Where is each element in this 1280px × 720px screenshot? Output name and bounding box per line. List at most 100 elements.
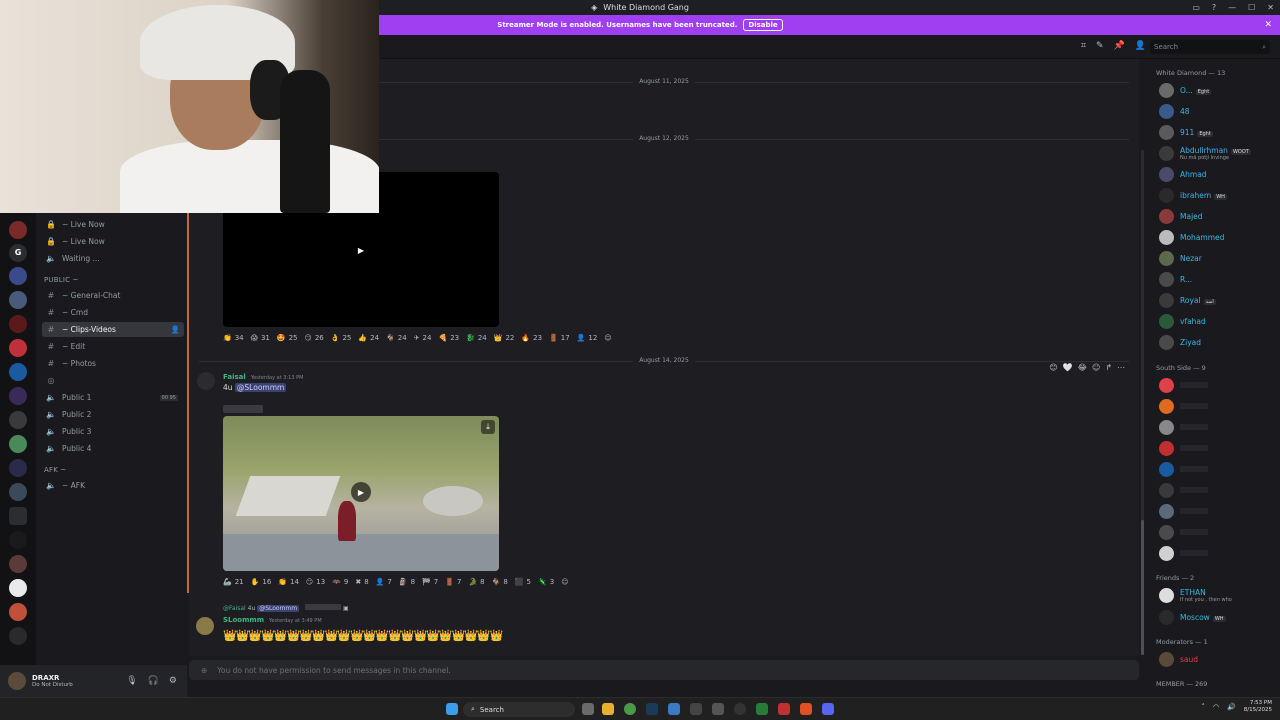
channel-item[interactable]: # ~ Edit (42, 339, 184, 354)
channel-item[interactable]: # ~ Photos (42, 356, 184, 371)
reaction[interactable]: 👍 24 (358, 334, 379, 342)
reaction[interactable]: 🚪 7 (445, 578, 461, 586)
minimize-icon[interactable]: — (1228, 3, 1236, 12)
member-item[interactable]: Ahmad (1159, 166, 1207, 182)
settings-icon[interactable]: ⚙ (169, 676, 177, 686)
server-icon[interactable] (9, 411, 27, 429)
chrome-icon[interactable] (624, 703, 636, 715)
member-item[interactable]: vfahad (1159, 313, 1206, 329)
server-icon[interactable] (9, 603, 27, 621)
reaction[interactable]: 🚪 17 (549, 334, 570, 342)
server-icon[interactable] (9, 291, 27, 309)
member-item[interactable] (1159, 440, 1208, 456)
member-item[interactable]: Mohammed (1159, 229, 1224, 245)
maximize-icon[interactable]: ☐ (1248, 3, 1255, 12)
play-icon[interactable]: ▶ (351, 240, 371, 260)
member-item[interactable]: O... Eght (1159, 82, 1212, 98)
server-icon[interactable] (9, 339, 27, 357)
reaction[interactable]: 🦾 21 (223, 578, 244, 586)
channel-item-active[interactable]: # ~ Clips-Videos 👤 (42, 322, 184, 337)
scrollbar-thumb[interactable] (1141, 520, 1144, 655)
member-item[interactable]: ETHAN If not you , then who (1159, 587, 1232, 603)
app-icon[interactable] (690, 703, 702, 715)
reaction[interactable]: ⬛ 5 (515, 578, 531, 586)
reaction[interactable]: 👑 22 (494, 334, 515, 342)
reaction[interactable]: 🦇 9 (332, 578, 348, 586)
reply-icon[interactable]: ↱ (1105, 363, 1112, 372)
mention[interactable]: @SLoommm (234, 383, 287, 392)
help-icon[interactable]: ? (1212, 3, 1216, 12)
close-banner-icon[interactable]: ✕ (1264, 20, 1272, 30)
member-item[interactable] (1159, 545, 1208, 561)
member-item[interactable] (1159, 461, 1208, 477)
download-icon[interactable]: ⤓ (481, 420, 495, 434)
reaction[interactable]: 😱 31 (251, 334, 270, 342)
member-item[interactable]: R... (1159, 271, 1192, 287)
reaction[interactable]: 🗿 8 (399, 578, 415, 586)
member-item[interactable] (1159, 482, 1208, 498)
steam-icon[interactable] (646, 703, 658, 715)
reaction[interactable]: ✈ 24 (414, 334, 432, 342)
member-item[interactable]: Nezar (1159, 250, 1202, 266)
reaction[interactable]: 🏁 7 (422, 578, 438, 586)
file-explorer-icon[interactable] (602, 703, 614, 715)
avatar[interactable] (196, 617, 214, 635)
volume-icon[interactable]: 🔊 (1227, 703, 1236, 711)
member-item[interactable]: Majed (1159, 208, 1203, 224)
voice-channel[interactable]: 🔈 Public 1 00 95 (42, 390, 184, 405)
channel-item[interactable]: ◎ (42, 373, 184, 388)
server-icon[interactable] (9, 459, 27, 477)
server-icon[interactable] (9, 483, 27, 501)
member-item[interactable] (1159, 503, 1208, 519)
server-icon[interactable] (9, 267, 27, 285)
message-author[interactable]: SLoommm Yesterday at 3:49 PM (223, 616, 322, 624)
reaction[interactable]: 👤 7 (376, 578, 392, 586)
add-icon[interactable]: ⊕ (201, 666, 207, 675)
reaction[interactable]: ✖ 8 (355, 578, 368, 586)
server-icon[interactable] (9, 579, 27, 597)
emoji-picker-icon[interactable]: ☺ (1092, 363, 1100, 372)
message-author[interactable]: Faisal Yesterday at 3:13 PM (223, 373, 303, 381)
discord-icon[interactable] (822, 703, 834, 715)
member-item[interactable]: Abdullrhman WOOT Nu mă potji Invinge (1159, 145, 1251, 161)
close-window-icon[interactable]: ✕ (1267, 3, 1274, 12)
start-icon[interactable] (446, 703, 458, 715)
pin-icon[interactable]: 📌 (1114, 41, 1125, 51)
reaction[interactable]: 🤩 25 (277, 334, 298, 342)
server-icon[interactable] (9, 435, 27, 453)
server-icon[interactable] (9, 627, 27, 645)
server-icon[interactable]: G (9, 244, 27, 262)
add-reaction-icon[interactable]: ☺ (604, 334, 611, 342)
reaction[interactable]: 🐐 24 (386, 334, 407, 342)
member-item[interactable]: Ziyad (1159, 334, 1201, 350)
heart-icon[interactable]: 🤍 (1063, 363, 1073, 372)
server-icon[interactable] (9, 363, 27, 381)
member-item[interactable]: Moscow WH (1159, 609, 1226, 625)
member-item[interactable]: Royal اسد (1159, 292, 1216, 308)
chevron-up-icon[interactable]: ˄ (1201, 703, 1205, 711)
voice-channel[interactable]: 🔈 Public 3 (42, 424, 184, 439)
channel-item[interactable]: # ~ Cmd (42, 305, 184, 320)
disable-button[interactable]: Disable (743, 19, 783, 31)
reaction[interactable]: 🍕 23 (438, 334, 459, 342)
reply-preview[interactable]: @Faisal 4u @SLoommm ▣ (223, 604, 349, 612)
voice-channel[interactable]: 🔈 Public 2 (42, 407, 184, 422)
reaction[interactable]: 👏 34 (223, 334, 244, 342)
reaction[interactable]: 👏 14 (278, 578, 299, 586)
channel-item[interactable]: 🔒 ~ Live Now (42, 217, 184, 232)
brave-icon[interactable] (800, 703, 812, 715)
more-icon[interactable]: ⋯ (1117, 363, 1125, 372)
category-afk[interactable]: AFK ~ (44, 466, 67, 474)
member-item[interactable]: 48 (1159, 103, 1190, 119)
reaction[interactable]: ✋ 16 (251, 578, 272, 586)
member-item[interactable]: saud (1159, 651, 1198, 667)
member-item[interactable] (1159, 419, 1208, 435)
avatar[interactable] (197, 372, 215, 390)
channel-item[interactable]: 🔒 ~ Live Now (42, 234, 184, 249)
channel-item[interactable]: 🔈 Waiting ... (42, 251, 184, 266)
clock[interactable]: 7:53 PM 8/15/2025 (1244, 700, 1272, 714)
search-input[interactable]: Search ⌕ (1150, 40, 1270, 54)
reaction[interactable]: 🐐 8 (492, 578, 508, 586)
server-icon[interactable] (9, 531, 27, 549)
app-icon[interactable] (756, 703, 768, 715)
